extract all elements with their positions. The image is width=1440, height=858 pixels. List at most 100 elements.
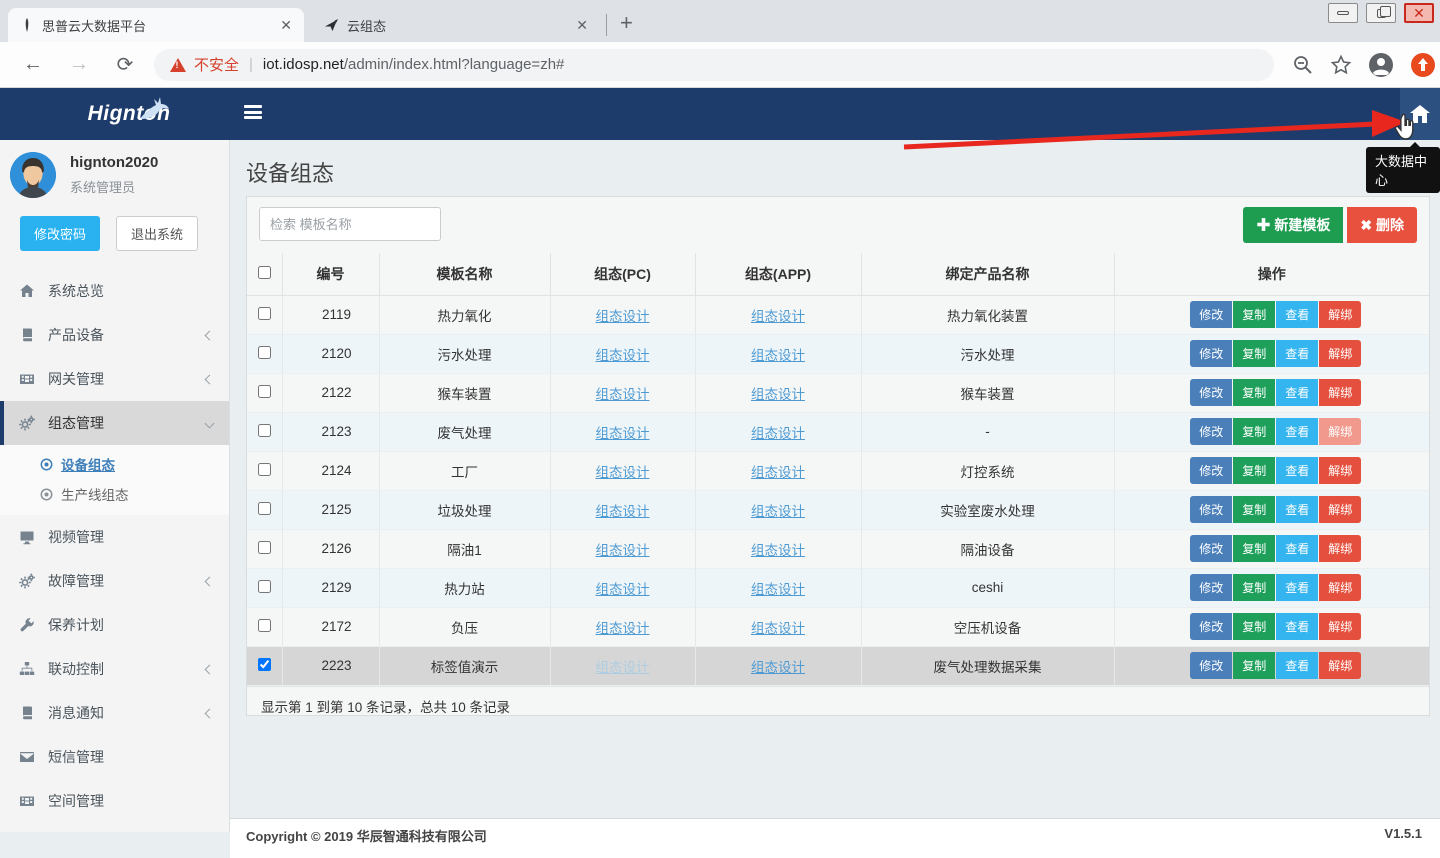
- forward-icon[interactable]: →: [66, 53, 92, 76]
- row-checkbox[interactable]: [258, 658, 271, 671]
- home-button[interactable]: [1400, 88, 1440, 140]
- browser-tab-inactive[interactable]: 云组态 ✕: [312, 8, 600, 42]
- zoom-out-icon[interactable]: [1292, 54, 1314, 76]
- change-password-button[interactable]: 修改密码: [20, 216, 100, 251]
- sidebar-item-组态管理[interactable]: 组态管理: [0, 401, 229, 445]
- view-button[interactable]: 查看: [1276, 301, 1318, 328]
- profile-avatar-icon[interactable]: [1368, 52, 1394, 78]
- config-design-link-app[interactable]: 组态设计: [751, 660, 805, 675]
- window-minimize-button[interactable]: [1328, 3, 1358, 23]
- edit-button[interactable]: 修改: [1190, 574, 1232, 601]
- browser-tab-active[interactable]: 思普云大数据平台 ✕: [8, 8, 304, 42]
- sidebar-item-消息通知[interactable]: 消息通知: [0, 691, 229, 735]
- delete-button[interactable]: ✖ 删除: [1347, 207, 1417, 243]
- menu-toggle-icon[interactable]: [244, 105, 262, 119]
- config-design-link-app[interactable]: 组态设计: [751, 387, 805, 402]
- sidebar-item-视频管理[interactable]: 视频管理: [0, 515, 229, 559]
- edit-button[interactable]: 修改: [1190, 613, 1232, 640]
- copy-button[interactable]: 复制: [1233, 652, 1275, 679]
- bookmark-star-icon[interactable]: [1330, 54, 1352, 76]
- edit-button[interactable]: 修改: [1190, 457, 1232, 484]
- row-checkbox[interactable]: [258, 424, 271, 437]
- copy-button[interactable]: 复制: [1233, 379, 1275, 406]
- config-design-link-pc[interactable]: 组态设计: [596, 387, 650, 402]
- config-design-link-pc[interactable]: 组态设计: [596, 582, 650, 597]
- row-checkbox[interactable]: [258, 502, 271, 515]
- back-icon[interactable]: ←: [20, 53, 46, 76]
- not-secure-label[interactable]: 不安全: [194, 54, 239, 75]
- view-button[interactable]: 查看: [1276, 535, 1318, 562]
- view-button[interactable]: 查看: [1276, 652, 1318, 679]
- view-button[interactable]: 查看: [1276, 457, 1318, 484]
- unbind-button[interactable]: 解绑: [1319, 457, 1361, 484]
- row-checkbox[interactable]: [258, 346, 271, 359]
- copy-button[interactable]: 复制: [1233, 574, 1275, 601]
- select-all-checkbox[interactable]: [258, 266, 271, 279]
- sidebar-subitem-设备组态[interactable]: 设备组态: [0, 449, 229, 479]
- unbind-button[interactable]: 解绑: [1319, 418, 1361, 445]
- row-checkbox[interactable]: [258, 580, 271, 593]
- config-design-link-app[interactable]: 组态设计: [751, 465, 805, 480]
- unbind-button[interactable]: 解绑: [1319, 574, 1361, 601]
- row-checkbox[interactable]: [258, 385, 271, 398]
- config-design-link-pc[interactable]: 组态设计: [596, 348, 650, 363]
- sidebar-item-空间管理[interactable]: 空间管理: [0, 779, 229, 823]
- copy-button[interactable]: 复制: [1233, 418, 1275, 445]
- logout-button[interactable]: 退出系统: [116, 216, 198, 251]
- copy-button[interactable]: 复制: [1233, 496, 1275, 523]
- config-design-link-pc[interactable]: 组态设计: [596, 621, 650, 636]
- config-design-link-app[interactable]: 组态设计: [751, 426, 805, 441]
- config-design-link-pc[interactable]: 组态设计: [596, 309, 650, 324]
- search-input[interactable]: [259, 207, 441, 241]
- config-design-link-app[interactable]: 组态设计: [751, 621, 805, 636]
- view-button[interactable]: 查看: [1276, 496, 1318, 523]
- row-checkbox[interactable]: [258, 619, 271, 632]
- copy-button[interactable]: 复制: [1233, 457, 1275, 484]
- sidebar-subitem-生产线组态[interactable]: 生产线组态: [0, 479, 229, 509]
- unbind-button[interactable]: 解绑: [1319, 496, 1361, 523]
- config-design-link-app[interactable]: 组态设计: [751, 582, 805, 597]
- unbind-button[interactable]: 解绑: [1319, 535, 1361, 562]
- edit-button[interactable]: 修改: [1190, 418, 1232, 445]
- copy-button[interactable]: 复制: [1233, 340, 1275, 367]
- view-button[interactable]: 查看: [1276, 574, 1318, 601]
- config-design-link-app[interactable]: 组态设计: [751, 309, 805, 324]
- sidebar-item-故障管理[interactable]: 故障管理: [0, 559, 229, 603]
- config-design-link-app[interactable]: 组态设计: [751, 348, 805, 363]
- edit-button[interactable]: 修改: [1190, 340, 1232, 367]
- unbind-button[interactable]: 解绑: [1319, 379, 1361, 406]
- config-design-link-app[interactable]: 组态设计: [751, 543, 805, 558]
- window-restore-button[interactable]: [1366, 3, 1396, 23]
- tab-close-icon[interactable]: ✕: [576, 17, 588, 34]
- reload-icon[interactable]: ⟳: [112, 52, 138, 77]
- edit-button[interactable]: 修改: [1190, 652, 1232, 679]
- copy-button[interactable]: 复制: [1233, 613, 1275, 640]
- window-close-button[interactable]: ✕: [1404, 3, 1434, 23]
- config-design-link-pc[interactable]: 组态设计: [596, 426, 650, 441]
- config-design-link-app[interactable]: 组态设计: [751, 504, 805, 519]
- copy-button[interactable]: 复制: [1233, 535, 1275, 562]
- row-checkbox[interactable]: [258, 307, 271, 320]
- unbind-button[interactable]: 解绑: [1319, 301, 1361, 328]
- config-design-link-pc[interactable]: 组态设计: [596, 504, 650, 519]
- view-button[interactable]: 查看: [1276, 613, 1318, 640]
- sidebar-item-网关管理[interactable]: 网关管理: [0, 357, 229, 401]
- row-checkbox[interactable]: [258, 541, 271, 554]
- sidebar-item-短信管理[interactable]: 短信管理: [0, 735, 229, 779]
- row-checkbox[interactable]: [258, 463, 271, 476]
- edit-button[interactable]: 修改: [1190, 379, 1232, 406]
- sidebar-item-保养计划[interactable]: 保养计划: [0, 603, 229, 647]
- copy-button[interactable]: 复制: [1233, 301, 1275, 328]
- sidebar-item-系统总览[interactable]: 系统总览: [0, 269, 229, 313]
- sidebar-item-产品设备[interactable]: 产品设备: [0, 313, 229, 357]
- edit-button[interactable]: 修改: [1190, 535, 1232, 562]
- tab-close-icon[interactable]: ✕: [280, 17, 292, 34]
- view-button[interactable]: 查看: [1276, 418, 1318, 445]
- unbind-button[interactable]: 解绑: [1319, 652, 1361, 679]
- config-design-link-pc[interactable]: 组态设计: [596, 660, 650, 675]
- edit-button[interactable]: 修改: [1190, 301, 1232, 328]
- sidebar-item-联动控制[interactable]: 联动控制: [0, 647, 229, 691]
- config-design-link-pc[interactable]: 组态设计: [596, 543, 650, 558]
- unbind-button[interactable]: 解绑: [1319, 340, 1361, 367]
- new-tab-button[interactable]: +: [620, 12, 633, 34]
